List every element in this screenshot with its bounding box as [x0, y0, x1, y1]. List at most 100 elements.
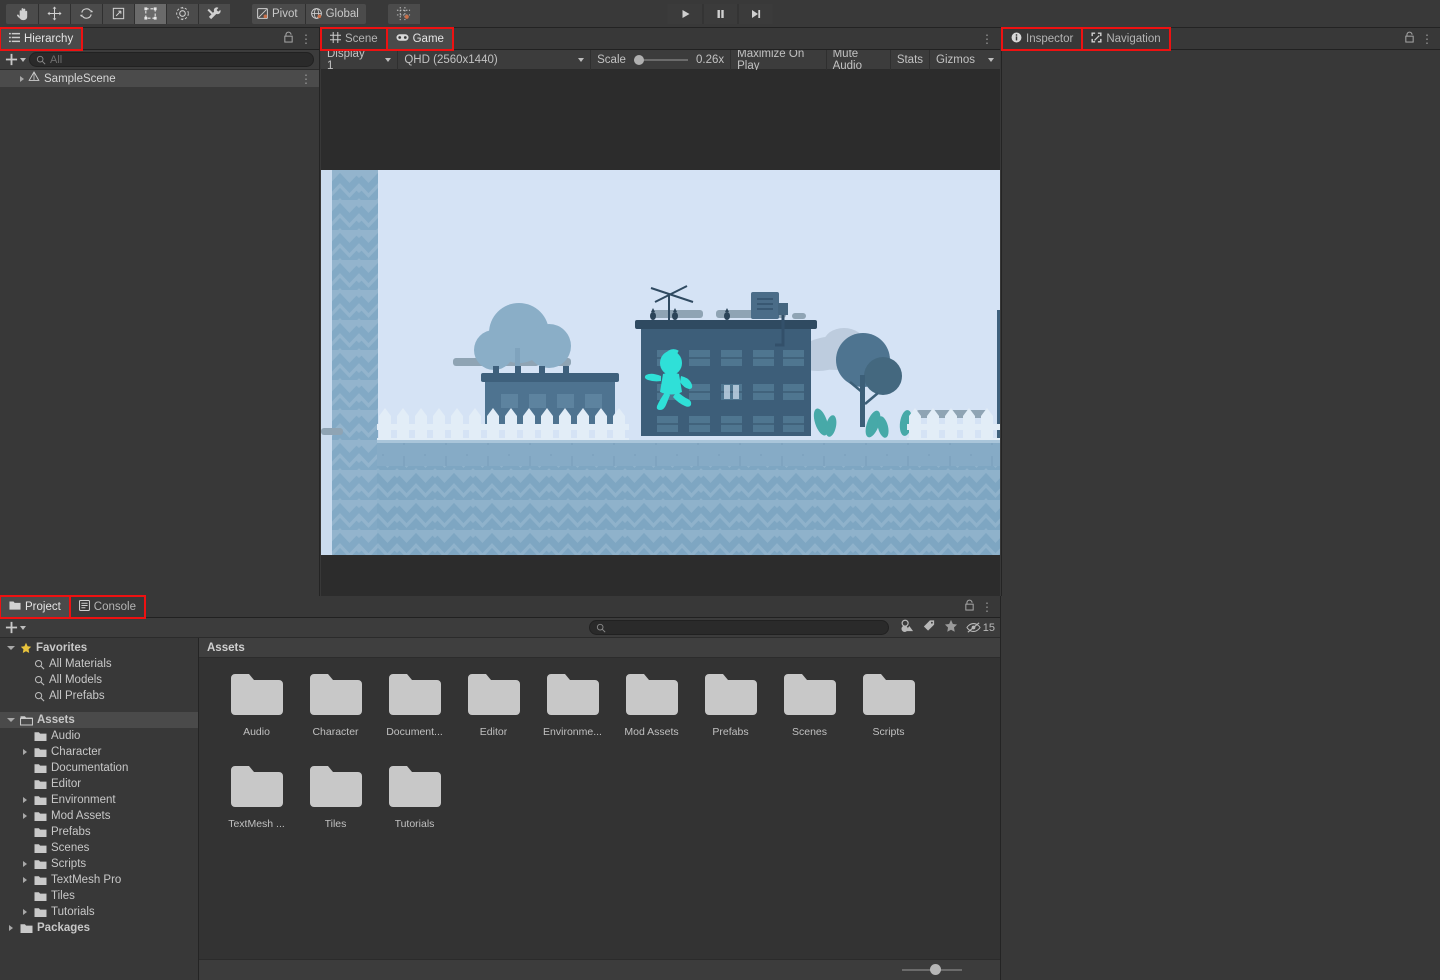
kebab-menu-icon[interactable]: ⋮	[981, 601, 993, 613]
project-search-input[interactable]	[588, 620, 889, 635]
grid-snapping-icon[interactable]	[387, 3, 420, 24]
chevron-right-icon[interactable]	[20, 797, 30, 803]
project-tree-item-textmesh-pro[interactable]: TextMesh Pro	[0, 872, 198, 888]
tab-hierarchy-label: Hierarchy	[24, 33, 74, 45]
project-tree-item-environment[interactable]: Environment	[0, 792, 198, 808]
project-tree-item-assets[interactable]: Assets	[0, 712, 198, 728]
folder-icon	[862, 672, 916, 720]
kebab-menu-icon[interactable]: ⋮	[981, 33, 993, 45]
pivot-toggle-button[interactable]: Pivot	[252, 3, 305, 24]
hierarchy-search-input[interactable]: All	[29, 52, 314, 67]
project-tree-item-mod-assets[interactable]: Mod Assets	[0, 808, 198, 824]
chevron-right-icon[interactable]	[20, 861, 30, 867]
chevron-right-icon[interactable]	[20, 813, 30, 819]
resolution-dropdown[interactable]: QHD (2560x1440)	[398, 49, 592, 70]
gizmos-dropdown[interactable]: Gizmos	[930, 50, 1000, 70]
lock-icon[interactable]	[1404, 31, 1415, 46]
asset-item[interactable]: Environme...	[533, 672, 612, 764]
asset-item[interactable]: Tiles	[296, 764, 375, 856]
project-tree-item-scripts[interactable]: Scripts	[0, 856, 198, 872]
project-tree-item-tiles[interactable]: Tiles	[0, 888, 198, 904]
asset-item[interactable]: Document...	[375, 672, 454, 764]
transform-tool-button[interactable]	[166, 3, 198, 24]
project-tree-item-all-prefabs[interactable]: All Prefabs	[0, 688, 198, 704]
asset-item-label: Tiles	[324, 818, 347, 830]
project-tree-item-packages[interactable]: Packages	[0, 920, 198, 936]
scale-slider[interactable]: Scale 0.26x	[591, 49, 732, 70]
tab-inspector[interactable]: Inspector	[1000, 27, 1084, 51]
asset-item[interactable]: Scripts	[849, 672, 928, 764]
asset-grid[interactable]: Audio Character Document... Editor Environme…	[199, 658, 1000, 959]
tab-game[interactable]: Game	[385, 27, 454, 51]
search-by-type-icon[interactable]	[900, 619, 914, 636]
favorite-star-icon[interactable]	[944, 619, 958, 636]
search-icon	[34, 675, 45, 686]
scene-kebab-menu-icon[interactable]: ⋮	[300, 73, 312, 85]
hand-tool-button[interactable]	[6, 3, 38, 24]
hierarchy-scene-row[interactable]: SampleScene ⋮	[0, 70, 319, 87]
tab-project[interactable]: Project	[0, 595, 71, 619]
scale-tool-button[interactable]	[102, 3, 134, 24]
asset-item[interactable]: Editor	[454, 672, 533, 764]
chevron-right-icon[interactable]	[20, 877, 30, 883]
asset-item[interactable]: Character	[296, 672, 375, 764]
asset-item[interactable]: Mod Assets	[612, 672, 691, 764]
chevron-down-icon[interactable]	[6, 718, 16, 722]
search-by-label-icon[interactable]	[922, 619, 936, 636]
project-tree-item-prefabs[interactable]: Prefabs	[0, 824, 198, 840]
asset-item[interactable]: Tutorials	[375, 764, 454, 856]
hidden-count-indicator[interactable]: 15	[966, 621, 995, 634]
scale-slider-track[interactable]	[633, 54, 688, 65]
project-tree-item-documentation[interactable]: Documentation	[0, 760, 198, 776]
asset-item[interactable]: TextMesh ...	[217, 764, 296, 856]
search-icon	[34, 691, 45, 702]
project-tree-item-editor[interactable]: Editor	[0, 776, 198, 792]
chevron-right-icon[interactable]	[20, 909, 30, 915]
asset-item[interactable]: Audio	[217, 672, 296, 764]
rect-tool-button[interactable]	[134, 3, 166, 24]
step-button[interactable]	[737, 3, 773, 24]
lock-icon[interactable]	[964, 599, 975, 614]
project-tree-item-favorites[interactable]: Favorites	[0, 640, 198, 656]
project-tree-item-audio[interactable]: Audio	[0, 728, 198, 744]
game-render-canvas[interactable]	[321, 170, 1000, 555]
scale-slider-knob[interactable]	[633, 54, 644, 65]
custom-tool-button[interactable]	[198, 3, 230, 24]
grid-zoom-knob[interactable]	[930, 964, 941, 975]
chevron-right-icon[interactable]	[20, 75, 24, 82]
kebab-menu-icon[interactable]: ⋮	[300, 33, 312, 45]
asset-item[interactable]: Scenes	[770, 672, 849, 764]
play-button[interactable]	[667, 3, 703, 24]
stats-button[interactable]: Stats	[891, 49, 931, 70]
chevron-right-icon[interactable]	[20, 749, 30, 755]
move-tool-button[interactable]	[38, 3, 70, 24]
project-create-button[interactable]	[5, 621, 26, 634]
maximize-on-play-button[interactable]: Maximize On Play	[731, 48, 827, 72]
tab-scene[interactable]: Scene	[320, 27, 388, 51]
project-tree-item-character[interactable]: Character	[0, 744, 198, 760]
global-toggle-button[interactable]: Global	[304, 3, 366, 24]
lock-icon[interactable]	[283, 31, 294, 46]
hierarchy-search-placeholder: All	[50, 53, 63, 66]
display-label: Display 1	[327, 47, 365, 72]
gameview-panel: Scene Game ⋮ Display 1 QHD (2560x1440) S…	[320, 27, 1000, 596]
tab-hierarchy[interactable]: Hierarchy	[0, 27, 84, 51]
asset-item[interactable]: Prefabs	[691, 672, 770, 764]
mute-audio-button[interactable]: Mute Audio	[827, 48, 891, 72]
gameview-viewport[interactable]	[321, 70, 1000, 596]
tab-navigation[interactable]: Navigation	[1081, 27, 1171, 51]
create-object-button[interactable]	[5, 53, 26, 66]
display-dropdown[interactable]: Display 1	[321, 47, 399, 72]
project-tree-item-all-materials[interactable]: All Materials	[0, 656, 198, 672]
rotate-tool-button[interactable]	[70, 3, 102, 24]
grid-zoom-slider[interactable]	[902, 964, 962, 975]
pause-button[interactable]	[702, 3, 738, 24]
chevron-right-icon[interactable]	[6, 925, 16, 931]
kebab-menu-icon[interactable]: ⋮	[1421, 33, 1433, 45]
project-tree-item-scenes[interactable]: Scenes	[0, 840, 198, 856]
folder-icon	[34, 875, 47, 886]
chevron-down-icon[interactable]	[6, 646, 16, 650]
project-tree-item-all-models[interactable]: All Models	[0, 672, 198, 688]
tab-console[interactable]: Console	[68, 595, 147, 619]
project-tree-item-tutorials[interactable]: Tutorials	[0, 904, 198, 920]
